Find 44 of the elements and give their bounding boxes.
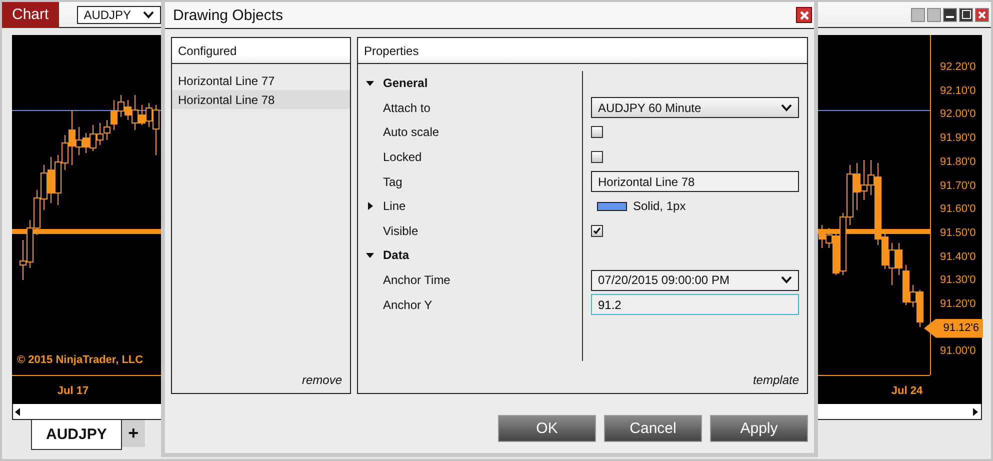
price-label: 91.00'0 [940,345,976,358]
list-item[interactable]: Horizontal Line 77 [172,71,350,90]
property-label: Visible [383,224,418,238]
dropdown[interactable]: AUDJPY 60 Minute [591,97,799,118]
dialog-button[interactable]: Cancel [604,415,702,442]
property-label: Auto scale [383,125,440,140]
remove-link[interactable]: remove [302,373,342,387]
group-heading: Data [383,248,410,262]
copyright-text: © 2015 NinjaTrader, LLC [17,354,144,366]
list-item[interactable]: Horizontal Line 78 [172,90,350,109]
group-heading: General [383,76,428,90]
add-tab-button[interactable]: + [122,420,145,447]
price-label: 91.50'0 [940,226,976,239]
current-price-tag: 91.12'6 [924,318,983,338]
price-label: 91.90'0 [940,132,976,144]
property-label: Attach to [383,100,430,115]
dropdown[interactable]: 07/20/2015 09:00:00 PM [591,270,799,291]
panel-title: Configured [178,44,237,58]
price-label: 92.00'0 [940,108,976,120]
price-label: 91.20'0 [940,298,976,310]
price-label: 91.60'0 [940,203,976,216]
tag-field[interactable]: Horizontal Line 78 [591,171,799,192]
time-label: Jul 17 [57,385,89,397]
dialog-button[interactable]: OK [498,415,596,442]
property-label: Line [383,199,406,214]
dialog-title: Drawing Objects [173,6,284,24]
property-label: Tag [383,174,402,189]
property-label: Locked [383,150,422,164]
price-label: 92.10'0 [940,84,976,97]
dialog-button[interactable]: Apply [710,415,808,442]
property-label: Anchor Time [383,273,450,288]
price-label: 91.40'0 [940,250,976,263]
instrument-dropdown[interactable]: AUDJPY [76,6,161,24]
property-label: Anchor Y [383,298,432,312]
panel-title: Properties [364,44,419,58]
price-label: 92.20'0 [940,61,976,73]
instrument-tab[interactable]: AUDJPY [31,420,122,450]
anchor-y-field[interactable]: 91.2 [591,294,799,316]
price-label: 91.70'0 [940,180,976,192]
price-label: 91.80'0 [940,156,976,168]
time-label: Jul 24 [891,385,923,397]
price-label: 91.30'0 [940,274,976,286]
template-link[interactable]: template [752,373,799,387]
line-style-text: Solid, 1px [633,199,686,214]
